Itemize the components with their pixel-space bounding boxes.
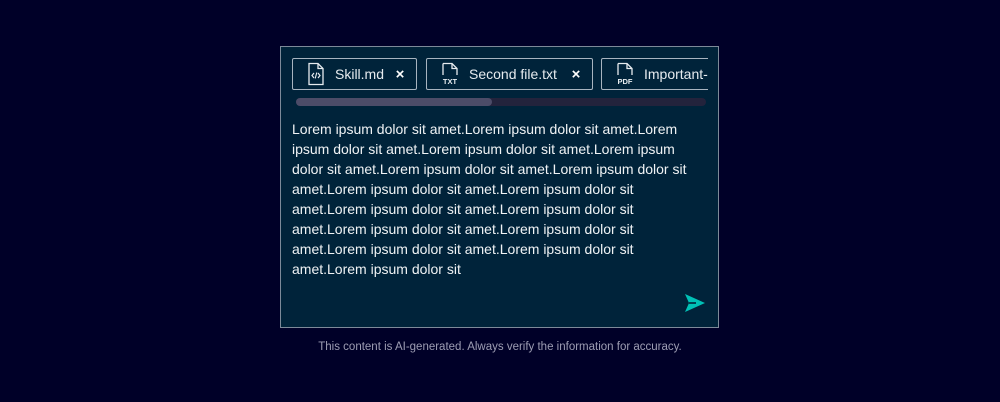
- txt-file-icon: TXT: [442, 62, 458, 86]
- attachment-name: Skill.md: [335, 66, 385, 82]
- file-type-label: PDF: [618, 77, 633, 86]
- send-icon[interactable]: [683, 292, 707, 314]
- pdf-file-icon: PDF: [617, 62, 633, 86]
- scrollbar-thumb[interactable]: [296, 98, 492, 106]
- attachment-list: Skill.md × TXT Second file.txt × PDF Imp…: [292, 58, 708, 90]
- attachment-name: Second file.txt: [469, 66, 557, 82]
- attachment-chip-second-file[interactable]: TXT Second file.txt ×: [426, 58, 593, 90]
- code-file-icon: [308, 62, 324, 86]
- ai-disclaimer: This content is AI-generated. Always ver…: [318, 341, 682, 353]
- prompt-composer[interactable]: Skill.md × TXT Second file.txt × PDF Imp…: [280, 46, 719, 328]
- attachment-chip-important[interactable]: PDF Important-: [601, 58, 708, 90]
- page: Skill.md × TXT Second file.txt × PDF Imp…: [0, 0, 1000, 402]
- close-icon[interactable]: ×: [390, 64, 410, 84]
- file-type-label: TXT: [443, 77, 458, 86]
- attachments-scrollbar[interactable]: [296, 98, 706, 106]
- close-icon[interactable]: ×: [566, 64, 586, 84]
- attachment-name: Important-: [644, 66, 708, 82]
- message-text[interactable]: Lorem ipsum dolor sit amet.Lorem ipsum d…: [292, 119, 707, 279]
- attachment-chip-skill[interactable]: Skill.md ×: [292, 58, 417, 90]
